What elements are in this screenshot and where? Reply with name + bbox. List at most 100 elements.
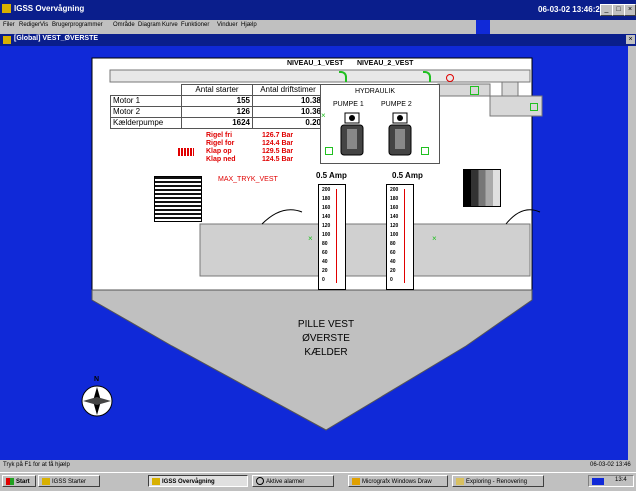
gauge-tick: 20 [390,268,396,274]
gauge-1-needle [336,189,337,283]
vertical-scrollbar[interactable] [628,46,636,460]
hydraulik-title: HYDRAULIK [355,88,396,95]
compass-icon [81,385,113,417]
task-label: Aktive alarmer [266,479,305,485]
pump-2-label: PUMPE 2 [381,101,412,108]
alarm-value: 129.5 Bar [262,148,294,155]
menu-curve[interactable]: Kurve [162,22,178,28]
pump-1-label: PUMPE 1 [333,101,364,108]
pump-2-icon[interactable] [383,111,419,159]
status-square-2[interactable] [530,103,538,111]
right-post [501,81,519,97]
pump-1-icon[interactable] [335,111,371,159]
gauge-tick: 80 [322,241,328,247]
table-header-empty [110,84,182,96]
menu-windows[interactable]: Vinduer [217,22,238,28]
row-label: Kælderpumpe [110,117,182,129]
task-igss-starter[interactable]: IGSS Starter [38,475,100,487]
gauge-1-label: 0.5 Amp [316,171,347,180]
gauge-1: 200 180 160 140 120 100 80 60 40 20 0 [318,184,346,290]
gauge-2-label: 0.5 Amp [392,171,423,180]
tray-icon[interactable] [592,478,604,485]
menu-diagram[interactable]: Diagram [138,22,161,28]
row-starts: 126 [181,106,253,118]
menu-file[interactable]: Filer [3,22,15,28]
gauge-2: 200 180 160 140 120 100 80 60 40 20 0 [386,184,414,290]
valve-1-indicator[interactable] [339,71,347,82]
compass-letter: N [94,376,100,383]
pile-label-line: KÆLDER [304,347,348,358]
max-pressure-label: MAX_TRYK_VEST [218,176,278,183]
gauge-tick: 120 [390,223,399,229]
menu-help[interactable]: Hjælp [241,22,257,28]
alarm-dot-icon[interactable] [446,74,454,82]
menu-user-programs[interactable]: Brugerprogrammer [52,22,103,28]
gauge-tick: 180 [390,196,399,202]
row-starts: 155 [181,95,253,107]
gauge-tick: 80 [390,241,396,247]
diagram-canvas: NIVEAU_1_VEST NIVEAU_2_VEST Antal starte… [0,46,628,460]
hydraulik-panel: HYDRAULIK PUMPE 1 PUMPE 2 × [320,84,440,164]
inner-window-title: [Global] VEST_ØVERSTE [14,35,99,42]
start-button[interactable]: Start [2,475,36,487]
windows-logo-icon [6,477,14,485]
status-date: 06-03-02 13:46 [590,462,631,468]
folder-icon [456,477,464,485]
alarm-value: 124.4 Bar [262,140,294,147]
close-icon[interactable]: × [624,4,636,16]
menu-edit[interactable]: Rediger [19,22,40,28]
hatched-panel-left [154,176,202,222]
system-tray: 13:4 [588,475,634,487]
taskbar: Start IGSS Starter IGSS Overvågning Akti… [0,472,636,491]
gauge-tick: 140 [322,214,331,220]
alarm-label: Klap ned [206,156,236,163]
menu-bar: Filer Rediger Vis Brugerprogrammer Områd… [0,20,636,32]
row-starts: 1624 [181,117,253,129]
gauge-tick: 0 [322,277,325,283]
gauge-tick: 20 [322,268,328,274]
pile-wedge [91,289,533,431]
inner-window-title-bar: [Global] VEST_ØVERSTE × [0,34,636,46]
valve-2-indicator[interactable] [423,71,431,82]
alarm-label: Rigel fri [206,132,233,139]
task-label: IGSS Overvågning [162,479,215,485]
gauge-tick: 180 [322,196,331,202]
level-1-label: NIVEAU_1_VEST [287,60,344,67]
gauge-2-needle [404,189,405,283]
table-header-starts: Antal starter [181,84,253,96]
task-exploring[interactable]: Exploring - Renovering [452,475,544,487]
alarm-labels: Rigel fri Rigel for Klap op Klap ned [206,132,236,164]
menu-area[interactable]: Område [113,22,135,28]
pump-1-status-icon[interactable] [325,147,333,155]
gauge-tick: 40 [390,259,396,265]
diagram-icon [3,36,11,44]
start-label: Start [16,479,30,485]
row-hours: 10.38 [252,95,324,107]
menu-functions[interactable]: Funktioner [181,22,209,28]
pile-label-line: PILLE VEST [297,319,355,330]
gauge-tick: 40 [322,259,328,265]
datetime-display: 06-03-02 13:46:27 [538,5,605,14]
sensor-1-icon: × [308,234,313,243]
task-aktive-alarmer[interactable]: Aktive alarmer [252,475,334,487]
task-igss-overvaagning[interactable]: IGSS Overvågning [148,475,248,487]
pump-2-status-icon[interactable] [421,147,429,155]
toolbar-indicator [476,20,490,34]
task-micrografx[interactable]: Micrografx Windows Draw [348,475,448,487]
gauge-tick: 140 [390,214,399,220]
draw-icon [352,477,360,485]
alarm-label: Rigel for [206,140,235,147]
gauge-tick: 60 [322,250,328,256]
pile-label: PILLE VEST ØVERSTE KÆLDER [276,318,376,360]
status-bar: Tryk på F1 for at få hjælp 06-03-02 13:4… [0,460,636,472]
level-2-label: NIVEAU_2_VEST [357,60,414,67]
window-title: IGSS Overvågning [14,4,85,13]
menu-view[interactable]: Vis [40,22,48,28]
floor-slab [199,223,531,277]
gauge-tick: 200 [322,187,331,193]
inner-close-icon[interactable]: × [626,35,635,44]
gauge-tick: 120 [322,223,331,229]
alarm-value: 124.5 Bar [262,156,294,163]
status-square-1[interactable] [470,86,479,95]
title-bar: IGSS Overvågning 06-03-02 13:46:27 _ □ × [0,0,636,20]
